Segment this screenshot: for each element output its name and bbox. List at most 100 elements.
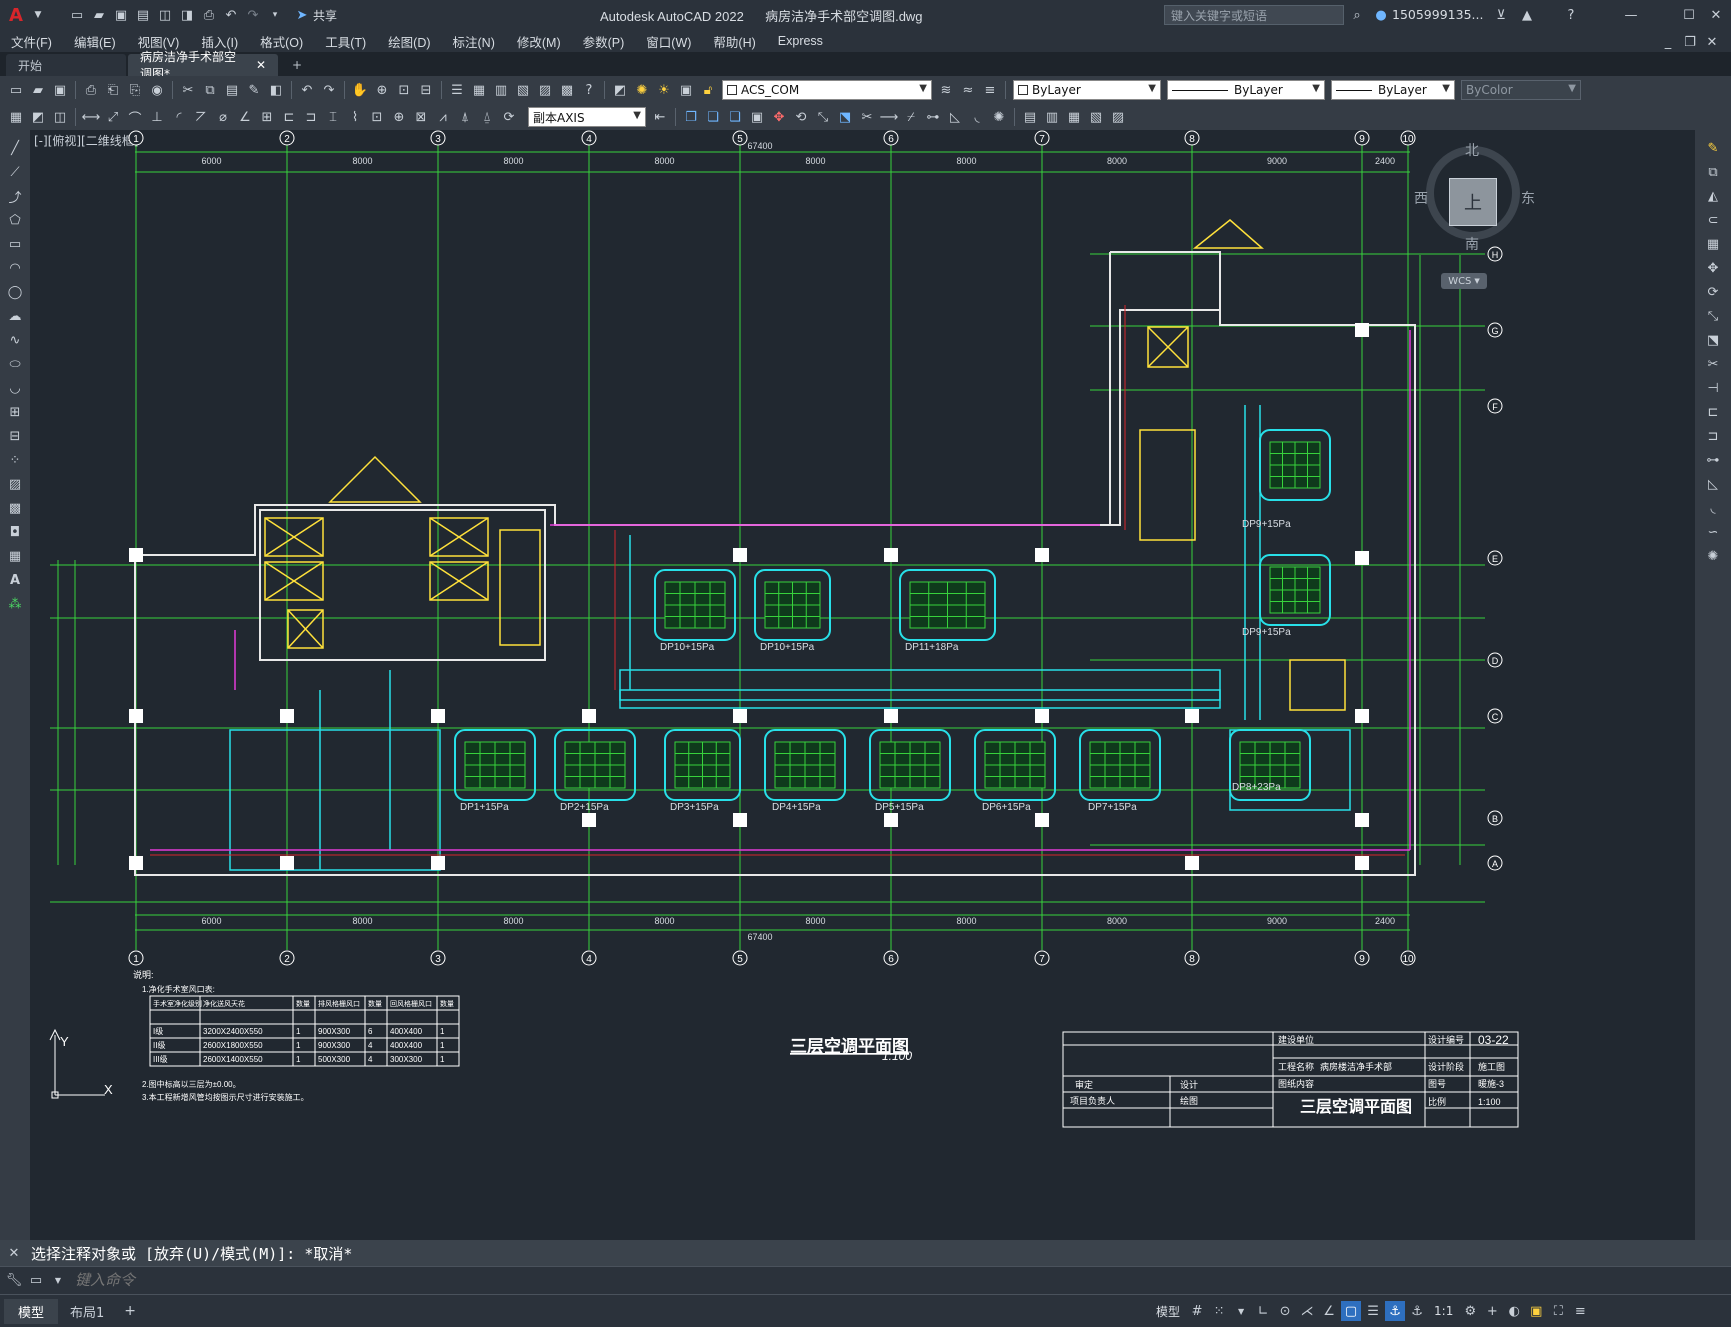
linear-dim-icon[interactable]: ⟷ [81, 107, 101, 127]
block-editor-icon[interactable]: ◧ [266, 80, 286, 100]
search-input[interactable]: 键入关键字或短语 [1171, 7, 1267, 24]
sun-icon[interactable]: ☀ [654, 80, 674, 100]
extend-icon[interactable]: ⊣ [1702, 378, 1724, 398]
menu-item-0[interactable]: 文件(F) [0, 32, 63, 51]
jogged-linear-icon[interactable]: ⩘ [433, 107, 453, 127]
undo-icon[interactable]: ↶ [221, 5, 241, 25]
trim-icon[interactable]: ✂ [857, 107, 877, 127]
search-icon[interactable]: ⌕ [1347, 5, 1367, 25]
draworder-back-icon[interactable]: ▥ [1042, 107, 1062, 127]
autoscale-icon[interactable]: ⚓︎ [1407, 1301, 1427, 1321]
insert-block-icon[interactable]: ◩ [28, 107, 48, 127]
lock-icon[interactable]: 🔓︎ [698, 80, 718, 100]
plot-icon[interactable]: ⎙ [199, 5, 219, 25]
polygon-icon[interactable]: ⬠ [4, 210, 26, 230]
polar-icon[interactable]: ⊙ [1275, 1301, 1295, 1321]
ortho-icon[interactable]: ∟ [1253, 1301, 1273, 1321]
annotation-visibility-icon[interactable]: ⚓︎ [1385, 1301, 1406, 1321]
save-as-icon[interactable]: ▤ [133, 5, 153, 25]
hatch-icon[interactable]: ▨ [4, 474, 26, 494]
cut-icon[interactable]: ✂ [178, 80, 198, 100]
make-block-icon[interactable]: ⊟ [4, 426, 26, 446]
move-icon[interactable]: ✥ [769, 107, 789, 127]
color-combo[interactable]: ByLayer ▼ [1013, 80, 1161, 100]
move-icon[interactable]: ✥ [1702, 258, 1724, 278]
paste-icon[interactable]: ▤ [222, 80, 242, 100]
break-point-icon[interactable]: ⌿ [901, 107, 921, 127]
point-icon[interactable]: ⁘ [4, 450, 26, 470]
menu-item-8[interactable]: 修改(M) [506, 32, 572, 51]
arc-icon[interactable]: ◠ [4, 258, 26, 278]
layer-state-icon[interactable]: ≡ [980, 80, 1000, 100]
add-selected-icon[interactable]: ⁂ [4, 594, 26, 614]
tab-document[interactable]: 病房洁净手术部空调图* ✕ [128, 50, 278, 81]
dim-text-edit-icon[interactable]: ⍙ [477, 107, 497, 127]
share-icon[interactable]: ➤ [292, 5, 312, 25]
plot-icon[interactable]: ⎙ [81, 80, 101, 100]
open-icon[interactable]: ▰ [28, 80, 48, 100]
circle-icon[interactable]: ◯ [4, 282, 26, 302]
blend-icon[interactable]: ∽ [1702, 522, 1724, 542]
viewcube-top-face[interactable]: 上 [1449, 178, 1497, 226]
scale-icon[interactable]: ⤡ [813, 107, 833, 127]
ordinate-icon[interactable]: ⊥ [147, 107, 167, 127]
minimize-doc-icon[interactable]: _ [1658, 32, 1678, 52]
mirror-icon[interactable]: ❏ [703, 107, 723, 127]
menu-item-1[interactable]: 编辑(E) [63, 32, 127, 51]
save-to-web-icon[interactable]: ◨ [177, 5, 197, 25]
close-doc-icon[interactable]: ✕ [1702, 32, 1722, 52]
inspect-icon[interactable]: ⊠ [411, 107, 431, 127]
radius-icon[interactable]: ◜ [169, 107, 189, 127]
autodesk-app-icon[interactable]: ▲ [1517, 5, 1537, 25]
layer-combo[interactable]: ACS_COM ▼ [722, 80, 932, 100]
menu-item-10[interactable]: 窗口(W) [635, 32, 702, 51]
stretch-icon[interactable]: ⬔ [835, 107, 855, 127]
3d-dwf-icon[interactable]: ◉ [147, 80, 167, 100]
break-icon[interactable]: ⊐ [1702, 426, 1724, 446]
aligned-dim-icon[interactable]: ⤢ [103, 107, 123, 127]
line-icon[interactable]: ╱ [4, 138, 26, 158]
settings-icon[interactable]: ⚙ [1460, 1301, 1480, 1321]
erase-icon[interactable]: ✎ [1702, 138, 1724, 158]
dim-style-icon[interactable]: ⇤ [650, 107, 670, 127]
menu-item-6[interactable]: 绘图(D) [377, 32, 441, 51]
spline-icon[interactable]: ∿ [4, 330, 26, 350]
stretch-icon[interactable]: ⬔ [1702, 330, 1724, 350]
tab-start[interactable]: 开始 [6, 54, 126, 76]
text-front-icon[interactable]: ▨ [1108, 107, 1128, 127]
trim-icon[interactable]: ✂ [1702, 354, 1724, 374]
lightbulb-icon[interactable]: ✺ [632, 80, 652, 100]
tool-palettes-icon[interactable]: ▥ [491, 80, 511, 100]
menu-item-5[interactable]: 工具(T) [314, 32, 377, 51]
share-button[interactable]: 共享 [313, 7, 337, 24]
menu-item-9[interactable]: 参数(P) [572, 32, 636, 51]
offset-icon[interactable]: ❑ [725, 107, 745, 127]
extend-icon[interactable]: ⟶ [879, 107, 899, 127]
copy-icon[interactable]: ⧉ [200, 80, 220, 100]
search-box[interactable]: 键入关键字或短语 [1164, 5, 1344, 25]
compass-west[interactable]: 西 [1414, 188, 1428, 208]
region-icon[interactable]: ◘ [4, 522, 26, 542]
freeze-icon[interactable]: ▣ [676, 80, 696, 100]
explode-icon[interactable]: ✺ [1702, 546, 1724, 566]
compass-north[interactable]: 北 [1465, 140, 1479, 160]
offset-icon[interactable]: ⊂ [1702, 210, 1724, 230]
command-recent-icon[interactable]: ▭ [26, 1271, 46, 1291]
dim-edit-icon[interactable]: ⍋ [455, 107, 475, 127]
redo-icon[interactable]: ↷ [319, 80, 339, 100]
break-icon[interactable]: ⌇ [345, 107, 365, 127]
wrench-icon[interactable]: 🔧︎ [4, 1271, 24, 1291]
restore-doc-icon[interactable]: ❐ [1680, 32, 1700, 52]
diameter-icon[interactable]: ⌀ [213, 107, 233, 127]
cart-icon[interactable]: ⊻ [1491, 5, 1511, 25]
maximize-icon[interactable]: ☐ [1679, 5, 1699, 25]
markup-icon[interactable]: ▨ [535, 80, 555, 100]
close-tab-icon[interactable]: ✕ [256, 58, 266, 72]
compass-east[interactable]: 东 [1521, 188, 1535, 208]
isodraft-icon[interactable]: ⋌ [1297, 1301, 1317, 1321]
break-at-point-icon[interactable]: ⊏ [1702, 402, 1724, 422]
match-properties-icon[interactable]: ✎ [244, 80, 264, 100]
calculator-icon[interactable]: ▩ [557, 80, 577, 100]
explode-icon[interactable]: ✺ [989, 107, 1009, 127]
menu-item-4[interactable]: 格式(O) [249, 32, 314, 51]
